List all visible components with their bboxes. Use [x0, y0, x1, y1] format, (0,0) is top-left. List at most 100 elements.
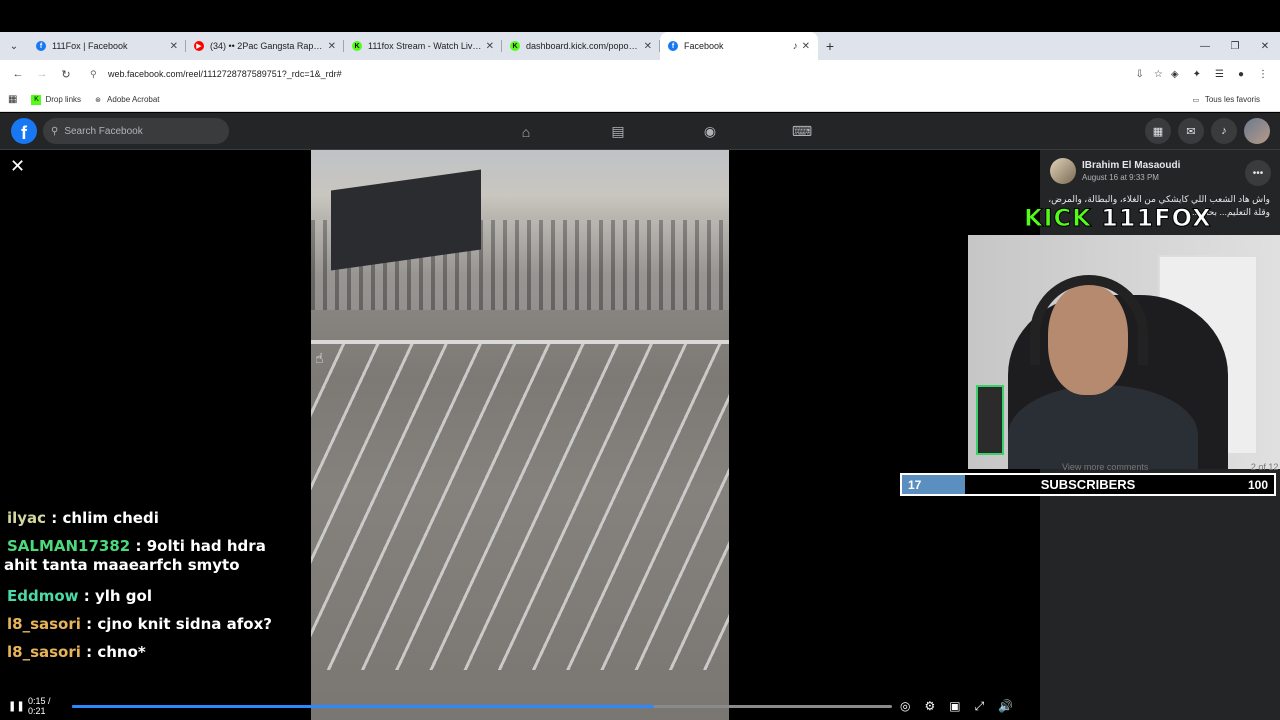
video-time: 0:15 / 0:21	[28, 696, 51, 716]
reel-video[interactable]	[311, 150, 729, 720]
close-reel-icon[interactable]: ✕	[10, 156, 25, 177]
chat-text: chno*	[97, 643, 146, 661]
install-icon[interactable]: ⇩	[1136, 69, 1144, 80]
back-icon[interactable]: ←	[6, 68, 30, 80]
gaming-icon[interactable]: ⌨	[756, 113, 848, 150]
pause-icon[interactable]: ❚❚	[8, 701, 25, 712]
kick-icon: K	[352, 41, 362, 51]
account-avatar[interactable]	[1244, 118, 1270, 144]
settings-icon[interactable]: ⚙	[924, 699, 935, 713]
bookmark-label: Adobe Acrobat	[107, 95, 160, 104]
post-author[interactable]: IBrahim El Masaoudi	[1082, 160, 1180, 171]
chat-text: chlim chedi	[62, 509, 159, 527]
facebook-search-input[interactable]: ⚲ Search Facebook	[43, 118, 229, 144]
groups-icon[interactable]: ◉	[664, 113, 756, 150]
chat-username: l8_sasori	[7, 643, 81, 661]
bookmark-drop-links[interactable]: K Drop links	[31, 94, 82, 105]
kick-icon: K	[31, 94, 42, 105]
bookmark-adobe-acrobat[interactable]: ⊛ Adobe Acrobat	[93, 95, 159, 105]
post-date[interactable]: August 16 at 9:33 PM	[1082, 173, 1180, 182]
address-bar[interactable]: ⚲ web.facebook.com/reel/1112728787589751…	[86, 63, 1136, 85]
search-icon: ⚲	[51, 125, 59, 137]
youtube-icon: ▶	[194, 41, 204, 51]
bookmark-label: Drop links	[45, 95, 82, 104]
browser-tab[interactable]: f 111Fox | Facebook ✕	[28, 32, 186, 60]
facebook-logo-icon[interactable]: f	[11, 118, 37, 144]
chat-text: ylh gol	[94, 587, 152, 605]
chat-separator: :	[80, 615, 98, 633]
menu-grid-icon[interactable]: ▦	[1145, 118, 1171, 144]
chat-message: Eddmow : ylh gol	[4, 582, 304, 610]
volume-icon[interactable]: 🔊	[998, 699, 1013, 713]
media-control-icon[interactable]: ☰	[1215, 69, 1224, 80]
subscriber-current: 17	[908, 477, 922, 492]
tab-title: dashboard.kick.com/popout/1	[526, 41, 640, 51]
tab-audio-icon[interactable]: ♪	[793, 41, 798, 52]
chat-username: l8_sasori	[7, 615, 81, 633]
browser-tab[interactable]: K 111fox Stream - Watch Live on ✕	[344, 32, 502, 60]
folder-icon: ▭	[1192, 96, 1200, 104]
apps-icon[interactable]: ▦	[8, 94, 17, 105]
tab-search-icon[interactable]: ⌄	[0, 32, 28, 60]
facebook-nav: ⌂ ▤ ◉ ⌨	[480, 113, 848, 150]
webcam-headset	[1030, 275, 1148, 365]
kick-icon: K	[510, 41, 520, 51]
author-avatar[interactable]	[1050, 158, 1076, 184]
video-seekbar[interactable]	[72, 704, 892, 708]
close-tab-icon[interactable]: ✕	[644, 41, 652, 52]
new-tab-button[interactable]: +	[818, 32, 842, 60]
messenger-icon[interactable]: ✉	[1178, 118, 1204, 144]
kick-label: KICK	[1024, 204, 1092, 233]
reload-icon[interactable]: ↻	[54, 68, 78, 81]
close-window-icon[interactable]: ✕	[1250, 32, 1280, 60]
all-bookmarks-label: Tous les favoris	[1204, 95, 1260, 104]
tab-title: (34) •• 2Pac Gangsta Rap Old S	[210, 41, 324, 51]
view-more-comments[interactable]: View more comments 2 of 12	[1062, 462, 1278, 472]
video-barrier	[311, 340, 729, 670]
tab-strip: ⌄ f 111Fox | Facebook ✕ ▶ (34) •• 2Pac Gangs…	[0, 32, 1280, 60]
minimize-icon[interactable]: —	[1190, 32, 1220, 60]
more-options-icon[interactable]: •••	[1245, 160, 1271, 186]
captions-icon[interactable]: ◎	[900, 699, 910, 713]
mouse-cursor-icon: ☝	[315, 350, 324, 366]
restore-icon[interactable]: ❐	[1220, 32, 1250, 60]
miniplayer-icon[interactable]: ▣	[949, 699, 960, 713]
notifications-icon[interactable]: ♪	[1211, 118, 1237, 144]
all-bookmarks[interactable]: ▭ Tous les favoris	[1191, 95, 1260, 105]
bookmark-star-icon[interactable]: ☆	[1154, 69, 1163, 80]
browser-tab[interactable]: ▶ (34) •• 2Pac Gangsta Rap Old S ✕	[186, 32, 344, 60]
chat-text: 9olti had hdra	[146, 537, 266, 555]
extension-icon[interactable]: ◈	[1171, 69, 1179, 80]
fullscreen-icon[interactable]: ⤢	[975, 699, 985, 714]
chat-username: Eddmow	[7, 587, 79, 605]
facebook-right-controls: ▦ ✉ ♪	[1145, 118, 1270, 144]
close-tab-icon[interactable]: ✕	[328, 41, 336, 52]
webcam-overlay	[968, 235, 1280, 469]
marketplace-icon[interactable]: ▤	[572, 113, 664, 150]
puzzle-icon[interactable]: ✦	[1193, 69, 1201, 80]
profile-icon[interactable]: ●	[1238, 69, 1244, 80]
tab-title: Facebook	[684, 41, 724, 51]
chat-separator: :	[80, 643, 98, 661]
screen-top-bar	[0, 0, 1280, 32]
chat-separator: :	[130, 537, 147, 555]
close-tab-icon[interactable]: ✕	[170, 41, 178, 52]
subscriber-label: SUBSCRIBERS	[1040, 477, 1136, 492]
search-placeholder: Search Facebook	[64, 125, 143, 137]
browser-tab[interactable]: Kdashboard.kick.com/popout/1 ✕	[502, 32, 660, 60]
browser-tab[interactable]: f Facebook ♪ ✕	[660, 32, 818, 60]
post-header: IBrahim El Masaoudi August 16 at 9:33 PM	[1050, 158, 1180, 184]
acrobat-icon: ⊛	[95, 96, 101, 104]
tab-title: 111Fox | Facebook	[52, 41, 128, 51]
bookmarks-bar: ▦ K Drop links ⊛ Adobe Acrobat ▭ Tous le…	[0, 88, 1280, 112]
close-tab-icon[interactable]: ✕	[486, 41, 494, 52]
close-tab-icon[interactable]: ✕	[802, 41, 810, 52]
menu-icon[interactable]: ⋮	[1258, 69, 1268, 80]
video-controls: ❚❚ 0:15 / 0:21 ◎ ⚙ ▣ ⤢ 🔊	[0, 696, 1040, 716]
site-info-icon[interactable]: ⚲	[90, 69, 102, 80]
chat-separator: :	[78, 587, 95, 605]
window-controls: — ❐ ✕	[1190, 32, 1280, 60]
home-icon[interactable]: ⌂	[480, 113, 572, 150]
comment-count: 2 of 12	[1250, 462, 1279, 472]
forward-icon[interactable]: →	[30, 68, 54, 80]
